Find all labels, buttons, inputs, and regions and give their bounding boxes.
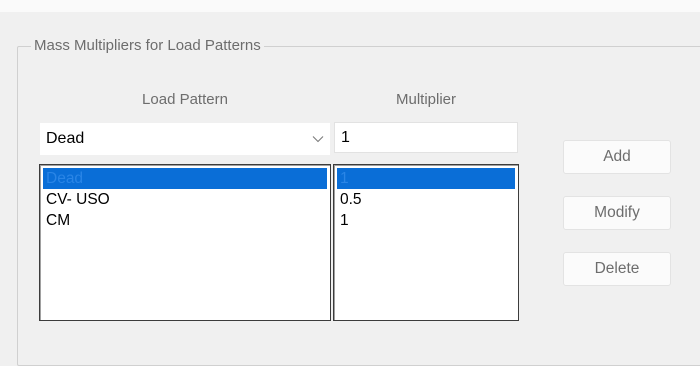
multiplier-list[interactable]: 1 0.5 1 [333,164,519,321]
list-item[interactable]: 1 [337,168,515,189]
load-pattern-dropdown[interactable]: Dead [40,123,330,155]
load-pattern-dropdown-value: Dead [46,130,85,147]
add-button[interactable]: Add [563,140,671,174]
multiplier-header: Multiplier [395,91,456,108]
list-item[interactable]: CV- USO [43,189,327,210]
list-item[interactable]: CM [43,210,327,231]
delete-button[interactable]: Delete [563,252,671,286]
load-pattern-header: Load Pattern [142,91,228,108]
list-item[interactable]: 0.5 [337,189,515,210]
load-pattern-list[interactable]: Dead CV- USO CM [39,164,331,321]
list-item[interactable]: Dead [43,168,327,189]
modify-button[interactable]: Modify [563,196,671,230]
top-strip [0,0,700,12]
group-title: Mass Multipliers for Load Patterns [31,36,264,56]
list-item[interactable]: 1 [337,210,515,231]
multiplier-input[interactable] [334,122,518,153]
chevron-down-icon[interactable] [312,133,324,145]
